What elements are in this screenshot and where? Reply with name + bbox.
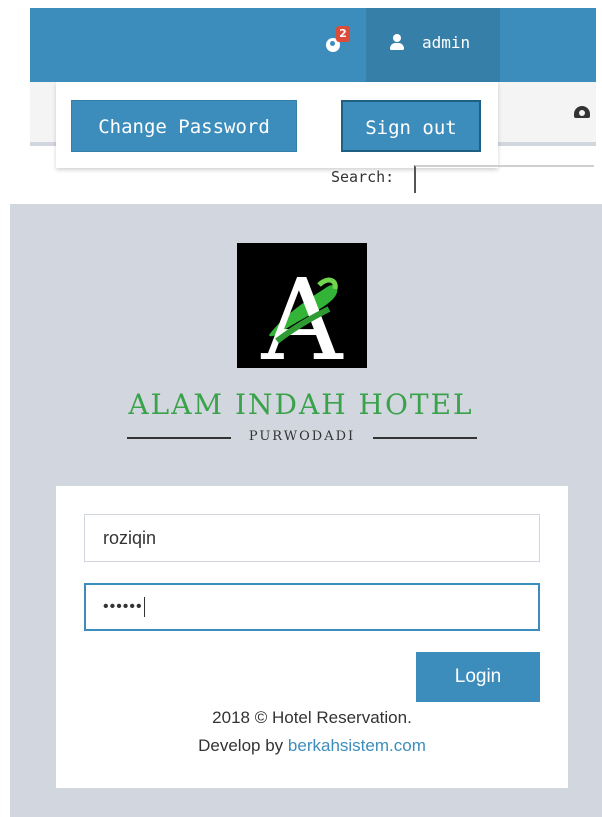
username-value: roziqin <box>103 528 157 548</box>
develop-by-text: Develop by <box>198 736 284 755</box>
password-value: •••••• <box>103 598 143 615</box>
text-cursor <box>143 596 145 617</box>
username-input[interactable]: roziqin <box>84 514 540 562</box>
change-password-button[interactable]: Change Password <box>71 100 297 152</box>
password-input[interactable]: •••••• <box>84 583 540 631</box>
notification-badge: 2 <box>336 26 350 42</box>
dashboard-icon[interactable] <box>574 104 590 120</box>
hotel-name: ALAM INDAH HOTEL <box>128 388 474 421</box>
logo-letter: A <box>261 256 344 368</box>
user-menu-toggle[interactable]: admin <box>366 8 500 82</box>
sign-out-button[interactable]: Sign out <box>341 100 481 152</box>
develop-by-line: Develop by berkahsistem.com <box>56 736 568 756</box>
login-button[interactable]: Login <box>416 652 540 702</box>
user-name: admin <box>422 33 471 52</box>
notifications-button[interactable]: 2 <box>326 26 350 54</box>
search-label: Search: <box>331 168 395 186</box>
user-icon <box>390 34 404 50</box>
search-input[interactable] <box>414 165 594 193</box>
divider-line <box>373 437 477 439</box>
top-navbar: 2 admin <box>30 8 596 82</box>
user-dropdown-menu: Change Password Sign out <box>56 82 498 168</box>
hotel-location: PURWODADI <box>248 429 356 444</box>
developer-link[interactable]: berkahsistem.com <box>288 736 426 755</box>
login-box: roziqin •••••• Login 2018 © Hotel Reserv… <box>56 486 568 788</box>
divider-line <box>127 437 231 439</box>
hotel-logo: A <box>237 243 367 386</box>
copyright-text: 2018 © Hotel Reservation. <box>212 708 412 727</box>
